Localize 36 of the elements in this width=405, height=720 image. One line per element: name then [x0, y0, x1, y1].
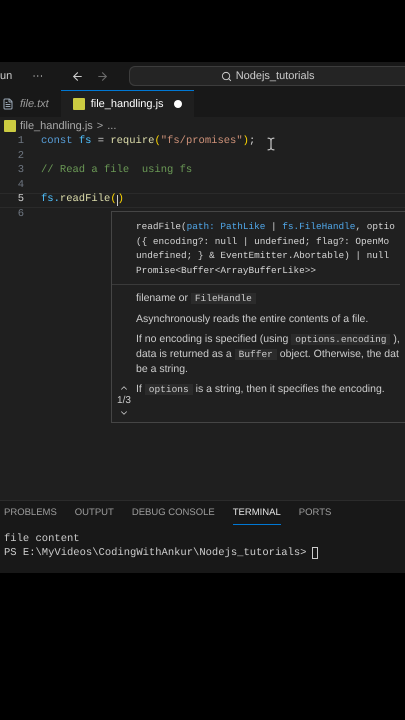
back-icon[interactable]	[71, 70, 84, 82]
panel-tab[interactable]: OUTPUT	[74, 503, 114, 525]
code-line: const fs = require("fs/promises");	[41, 134, 256, 150]
terminal-line: PS E:\MyVideos\CodingWithAnkur\Nodejs_tutorials>	[4, 546, 306, 560]
line-number: 1	[16, 134, 24, 150]
doc-paragraph: filename or FileHandle	[136, 291, 256, 306]
line-number: 6	[16, 206, 24, 222]
panel-tab[interactable]: PROBLEMS	[4, 503, 57, 525]
code-line: // Read a file using fs	[41, 163, 192, 178]
forward-icon[interactable]	[96, 70, 110, 82]
panel-tab[interactable]: TERMINAL	[232, 503, 281, 525]
doc-paragraph: If options is a string, then it specifies the encoding.	[136, 382, 385, 397]
line-number: 2	[16, 148, 24, 164]
function-signature: readFile(path: PathLike | fs.FileHandle, optio ({ encoding?: null | undefined; flag?: OpenMo undefined; } & EventEmitter.Abortable) | null Promise<Buffer<ArrayBufferLike>>	[136, 220, 396, 278]
doc-paragraph: Asynchronously reads the entire contents of a file.	[136, 312, 368, 326]
overload-count: 1/3	[117, 394, 131, 408]
terminal-cursor-icon	[312, 547, 318, 559]
code-line: fs.readFile()	[41, 192, 124, 208]
menu-item[interactable]: un	[0, 68, 12, 84]
panel-tab[interactable]: DEBUG CONSOLE	[132, 503, 215, 525]
file-icon	[2, 98, 14, 110]
line-number: 5	[16, 192, 24, 208]
terminal-line: file content	[4, 532, 80, 546]
search-icon	[220, 70, 232, 82]
line-number: 3	[16, 163, 24, 178]
js-file-icon	[72, 98, 85, 110]
breadcrumb-separator: >	[96, 118, 104, 134]
line-number: 4	[16, 178, 24, 193]
panel-tab[interactable]: PORTS	[298, 503, 332, 525]
js-file-icon	[4, 120, 16, 132]
search-field[interactable]: Nodejs_tutorials	[129, 66, 405, 86]
breadcrumb-item[interactable]: ...	[107, 118, 116, 134]
more-menu[interactable]: ···	[32, 68, 44, 84]
breadcrumb-item[interactable]: file_handling.js	[20, 118, 93, 134]
doc-paragraph: If no encoding is specified (using options.encoding ), data is returned as a Buffer object. Otherwise, the dat be a string.	[136, 332, 400, 376]
editor-tab[interactable]: file_handling.js	[60, 90, 194, 117]
